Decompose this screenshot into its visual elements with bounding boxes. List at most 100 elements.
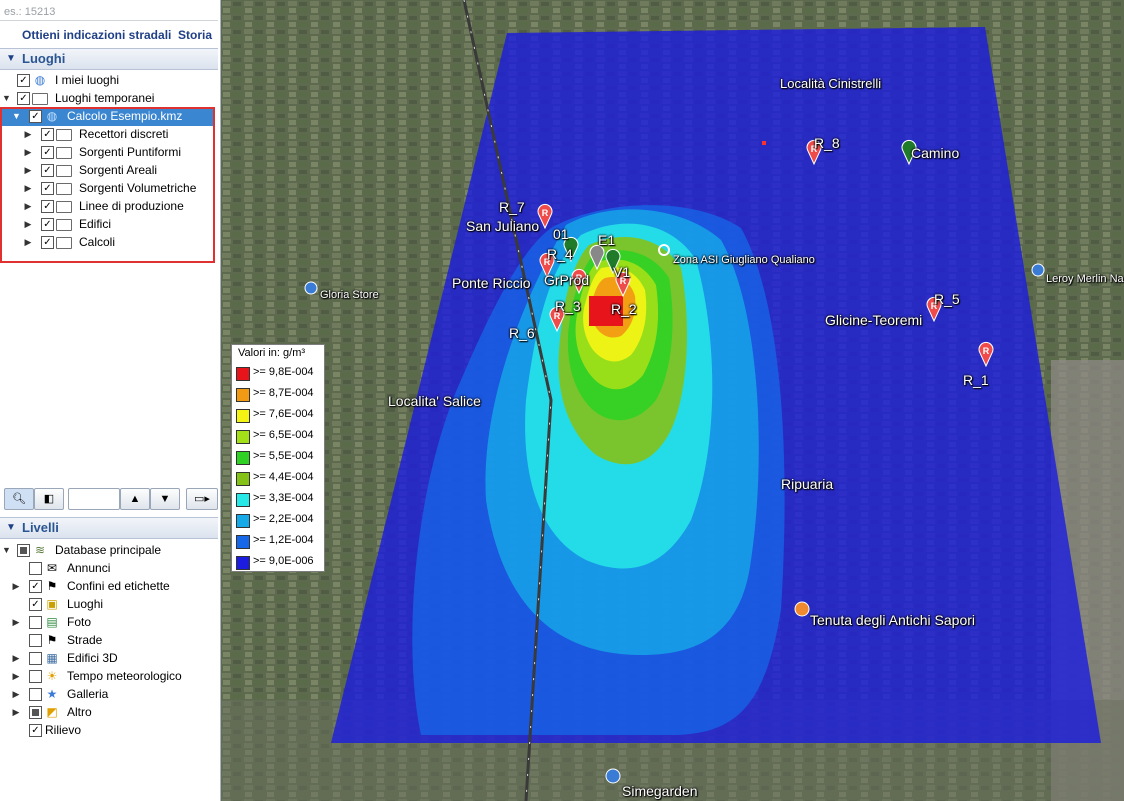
expand-right-icon[interactable]: ▶ [12, 671, 20, 682]
checkbox[interactable] [29, 706, 42, 719]
checkbox[interactable] [29, 634, 42, 647]
map-label: Ponte Riccio [452, 275, 531, 291]
move-down-icon[interactable]: ▼ [150, 488, 180, 510]
layer-label: Galleria [67, 687, 109, 701]
layer-item-galleria[interactable]: ▶ ★ Galleria [0, 686, 218, 704]
receptor-pin-icon[interactable]: R [537, 203, 553, 229]
map-label: Gloria Store [320, 289, 379, 301]
layer-item-edifici-3d[interactable]: ▶ ▦ Edifici 3D [0, 650, 218, 668]
map-label: R_7 [499, 199, 525, 215]
checkbox[interactable]: ✓ [29, 580, 42, 593]
search-input[interactable]: es.: 15213 [0, 0, 218, 21]
places-toolbar: 🔍︎ ◧ ▲ ▼ ▭▸ [0, 486, 220, 512]
envelope-icon: ✉ [46, 561, 58, 575]
layer-item-strade[interactable]: ⚑ Strade [0, 632, 218, 650]
shop-icon[interactable] [605, 768, 621, 784]
checkbox[interactable] [29, 670, 42, 683]
legend-title: Valori in: g/m³ [238, 347, 306, 359]
checkbox[interactable] [29, 652, 42, 665]
map-label: Camino [911, 145, 960, 161]
restaurant-icon[interactable] [794, 601, 810, 617]
layer-item-foto[interactable]: ▶ ▤ Foto [0, 614, 218, 632]
layer-item-altro[interactable]: ▶ ◩ Altro [0, 704, 218, 722]
collapse-icon[interactable]: ▼ [6, 53, 16, 64]
layer-item-database[interactable]: ▼ ≋ Database principale [0, 542, 218, 560]
legend-swatch [236, 451, 250, 465]
map-view[interactable]: R R R R R R R R Località Cinistrelli R_8… [221, 0, 1124, 801]
map-label: R_2 [611, 301, 637, 317]
expand-right-icon[interactable]: ▶ [12, 617, 20, 628]
map-label: Località Cinistrelli [780, 76, 882, 91]
expand-right-icon[interactable]: ▶ [12, 581, 20, 592]
legend-item: >= 9,0E-006 [236, 552, 322, 573]
legend-item: >= 9,8E-004 [236, 363, 322, 384]
legend-item: >= 3,3E-004 [236, 489, 322, 510]
places-panel-header[interactable]: ▼ Luoghi [0, 48, 218, 70]
layer-item-meteo[interactable]: ▶ ☀ Tempo meteorologico [0, 668, 218, 686]
map-label: Leroy Merlin Na [1046, 273, 1124, 285]
map-label: R_4 [547, 246, 573, 262]
tree-item-label: Luoghi temporanei [55, 91, 155, 105]
folder-menu-icon[interactable]: ▭▸ [186, 488, 218, 510]
expand-down-icon[interactable]: ▼ [2, 545, 11, 555]
sidebar: es.: 15213 Ottieni indicazioni stradali … [0, 0, 221, 801]
legend-swatch [236, 430, 250, 444]
expand-right-icon[interactable]: ▶ [12, 689, 20, 700]
history-link[interactable]: Storia [178, 28, 212, 42]
globe-icon: ◍ [34, 73, 46, 87]
layer-item-annunci[interactable]: ✉ Annunci [0, 560, 218, 578]
collapse-icon[interactable]: ▼ [6, 522, 16, 533]
checkbox[interactable]: ✓ [29, 724, 42, 737]
shop-icon[interactable] [304, 281, 318, 295]
checkbox[interactable]: ✓ [29, 598, 42, 611]
map-label: R_6 [509, 325, 535, 341]
checkbox[interactable]: ✓ [17, 92, 30, 105]
legend-item: >= 1,2E-004 [236, 531, 322, 552]
legend-item: >= 7,6E-004 [236, 405, 322, 426]
map-canvas[interactable] [221, 0, 1124, 801]
checkbox[interactable] [17, 544, 30, 557]
map-label: Ripuaria [781, 476, 834, 492]
legend-swatch [236, 493, 250, 507]
tree-item-my-places[interactable]: ✓ ◍ I miei luoghi [0, 72, 218, 90]
directions-link[interactable]: Ottieni indicazioni stradali [22, 28, 171, 42]
sun-icon: ☀ [46, 669, 58, 683]
panel-toggle-icon[interactable]: ◧ [34, 488, 64, 510]
layer-item-rilievo[interactable]: ✓ Rilievo [0, 722, 218, 740]
map-label: 01 [553, 226, 569, 242]
move-up-icon[interactable]: ▲ [120, 488, 150, 510]
layer-label: Tempo meteorologico [67, 669, 182, 683]
map-label: San Juliano [466, 218, 540, 234]
checkbox[interactable]: ✓ [17, 74, 30, 87]
checkbox[interactable] [29, 688, 42, 701]
layer-item-luoghi[interactable]: ✓ ▣ Luoghi [0, 596, 218, 614]
map-label: Simegarden [622, 783, 698, 799]
flag-icon: ⚑ [46, 633, 58, 647]
layer-label: Edifici 3D [67, 651, 118, 665]
legend-item: >= 2,2E-004 [236, 510, 322, 531]
legend-swatch [236, 367, 250, 381]
map-label: R_8 [814, 135, 840, 151]
expand-down-icon[interactable]: ▼ [2, 93, 11, 103]
tree-item-temporary-places[interactable]: ▼ ✓ Luoghi temporanei [0, 90, 218, 108]
image-icon: ▣ [46, 597, 58, 611]
legend-item: >= 6,5E-004 [236, 426, 322, 447]
legend-swatch [236, 556, 250, 570]
concentration-legend: Valori in: g/m³ >= 9,8E-004 >= 8,7E-004 … [231, 344, 325, 572]
layer-label: Altro [67, 705, 92, 719]
legend-swatch [236, 409, 250, 423]
legend-label: >= 9,8E-004 [253, 366, 314, 378]
shop-icon[interactable] [1031, 263, 1045, 277]
map-label: V1 [613, 264, 631, 280]
checkbox[interactable] [29, 562, 42, 575]
receptor-pin-icon[interactable]: R [978, 341, 994, 367]
opacity-input[interactable] [68, 488, 120, 510]
expand-right-icon[interactable]: ▶ [12, 653, 20, 664]
checkbox[interactable] [29, 616, 42, 629]
legend-label: >= 9,0E-006 [253, 555, 314, 567]
photo-icon: ▤ [46, 615, 58, 629]
expand-right-icon[interactable]: ▶ [12, 707, 20, 718]
layers-panel-header[interactable]: ▼ Livelli [0, 517, 218, 539]
search-icon[interactable]: 🔍︎ [4, 488, 34, 510]
layer-item-confini[interactable]: ▶ ✓ ⚑ Confini ed etichette [0, 578, 218, 596]
